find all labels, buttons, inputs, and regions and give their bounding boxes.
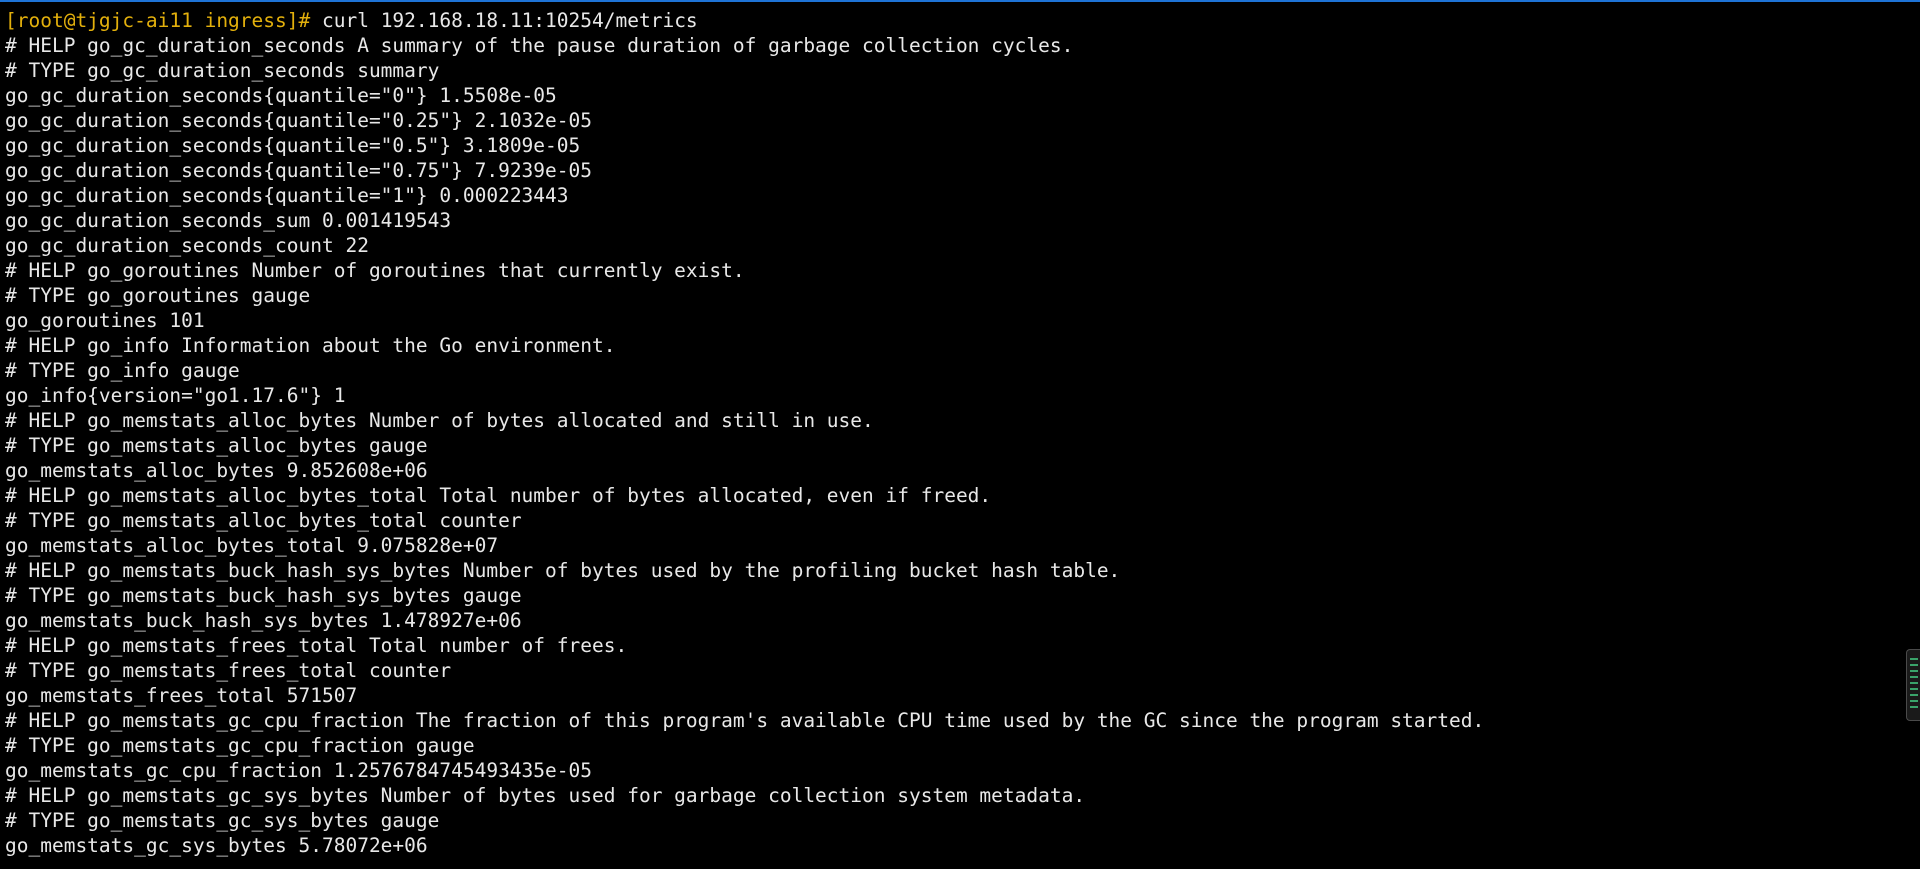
output-line: go_gc_duration_seconds{quantile="0.75"} … <box>5 159 592 182</box>
output-line: # HELP go_memstats_gc_sys_bytes Number o… <box>5 784 1086 807</box>
shell-prompt: [root@tjgjc-ai11 ingress]# <box>5 9 311 32</box>
output-line: go_memstats_gc_sys_bytes 5.78072e+06 <box>5 834 428 857</box>
output-line: go_memstats_buck_hash_sys_bytes 1.478927… <box>5 609 522 632</box>
output-line: # TYPE go_memstats_buck_hash_sys_bytes g… <box>5 584 522 607</box>
output-line: go_memstats_alloc_bytes 9.852608e+06 <box>5 459 428 482</box>
output-line: go_gc_duration_seconds{quantile="0.25"} … <box>5 109 592 132</box>
output-line: # HELP go_memstats_alloc_bytes Number of… <box>5 409 874 432</box>
terminal-output: [root@tjgjc-ai11 ingress]# curl 192.168.… <box>5 8 1890 858</box>
output-line: # TYPE go_goroutines gauge <box>5 284 311 307</box>
output-line: # HELP go_gc_duration_seconds A summary … <box>5 34 1074 57</box>
output-line: # TYPE go_gc_duration_seconds summary <box>5 59 440 82</box>
output-line: go_memstats_gc_cpu_fraction 1.2576784745… <box>5 759 592 782</box>
scroll-indicator-icon[interactable] <box>1906 649 1920 721</box>
terminal-window[interactable]: [root@tjgjc-ai11 ingress]# curl 192.168.… <box>0 0 1920 869</box>
shell-command: curl 192.168.18.11:10254/metrics <box>310 9 698 32</box>
output-line: # TYPE go_memstats_frees_total counter <box>5 659 452 682</box>
output-line: # TYPE go_memstats_gc_cpu_fraction gauge <box>5 734 475 757</box>
output-line: # TYPE go_memstats_alloc_bytes_total cou… <box>5 509 522 532</box>
output-line: go_gc_duration_seconds{quantile="0.5"} 3… <box>5 134 581 157</box>
command-line: [root@tjgjc-ai11 ingress]# curl 192.168.… <box>5 8 1890 33</box>
output-line: go_gc_duration_seconds{quantile="0"} 1.5… <box>5 84 557 107</box>
output-line: # TYPE go_info gauge <box>5 359 240 382</box>
output-line: # TYPE go_memstats_alloc_bytes gauge <box>5 434 428 457</box>
output-line: go_gc_duration_seconds_count 22 <box>5 234 369 257</box>
metrics-output: # HELP go_gc_duration_seconds A summary … <box>5 33 1890 858</box>
output-line: go_goroutines 101 <box>5 309 205 332</box>
output-line: go_gc_duration_seconds_sum 0.001419543 <box>5 209 452 232</box>
output-line: go_info{version="go1.17.6"} 1 <box>5 384 346 407</box>
output-line: # HELP go_goroutines Number of goroutine… <box>5 259 745 282</box>
output-line: # HELP go_memstats_buck_hash_sys_bytes N… <box>5 559 1121 582</box>
output-line: go_gc_duration_seconds{quantile="1"} 0.0… <box>5 184 569 207</box>
output-line: # HELP go_memstats_frees_total Total num… <box>5 634 628 657</box>
output-line: # TYPE go_memstats_gc_sys_bytes gauge <box>5 809 440 832</box>
output-line: # HELP go_memstats_alloc_bytes_total Tot… <box>5 484 992 507</box>
output-line: go_memstats_frees_total 571507 <box>5 684 358 707</box>
output-line: # HELP go_memstats_gc_cpu_fraction The f… <box>5 709 1485 732</box>
output-line: go_memstats_alloc_bytes_total 9.075828e+… <box>5 534 499 557</box>
output-line: # HELP go_info Information about the Go … <box>5 334 616 357</box>
